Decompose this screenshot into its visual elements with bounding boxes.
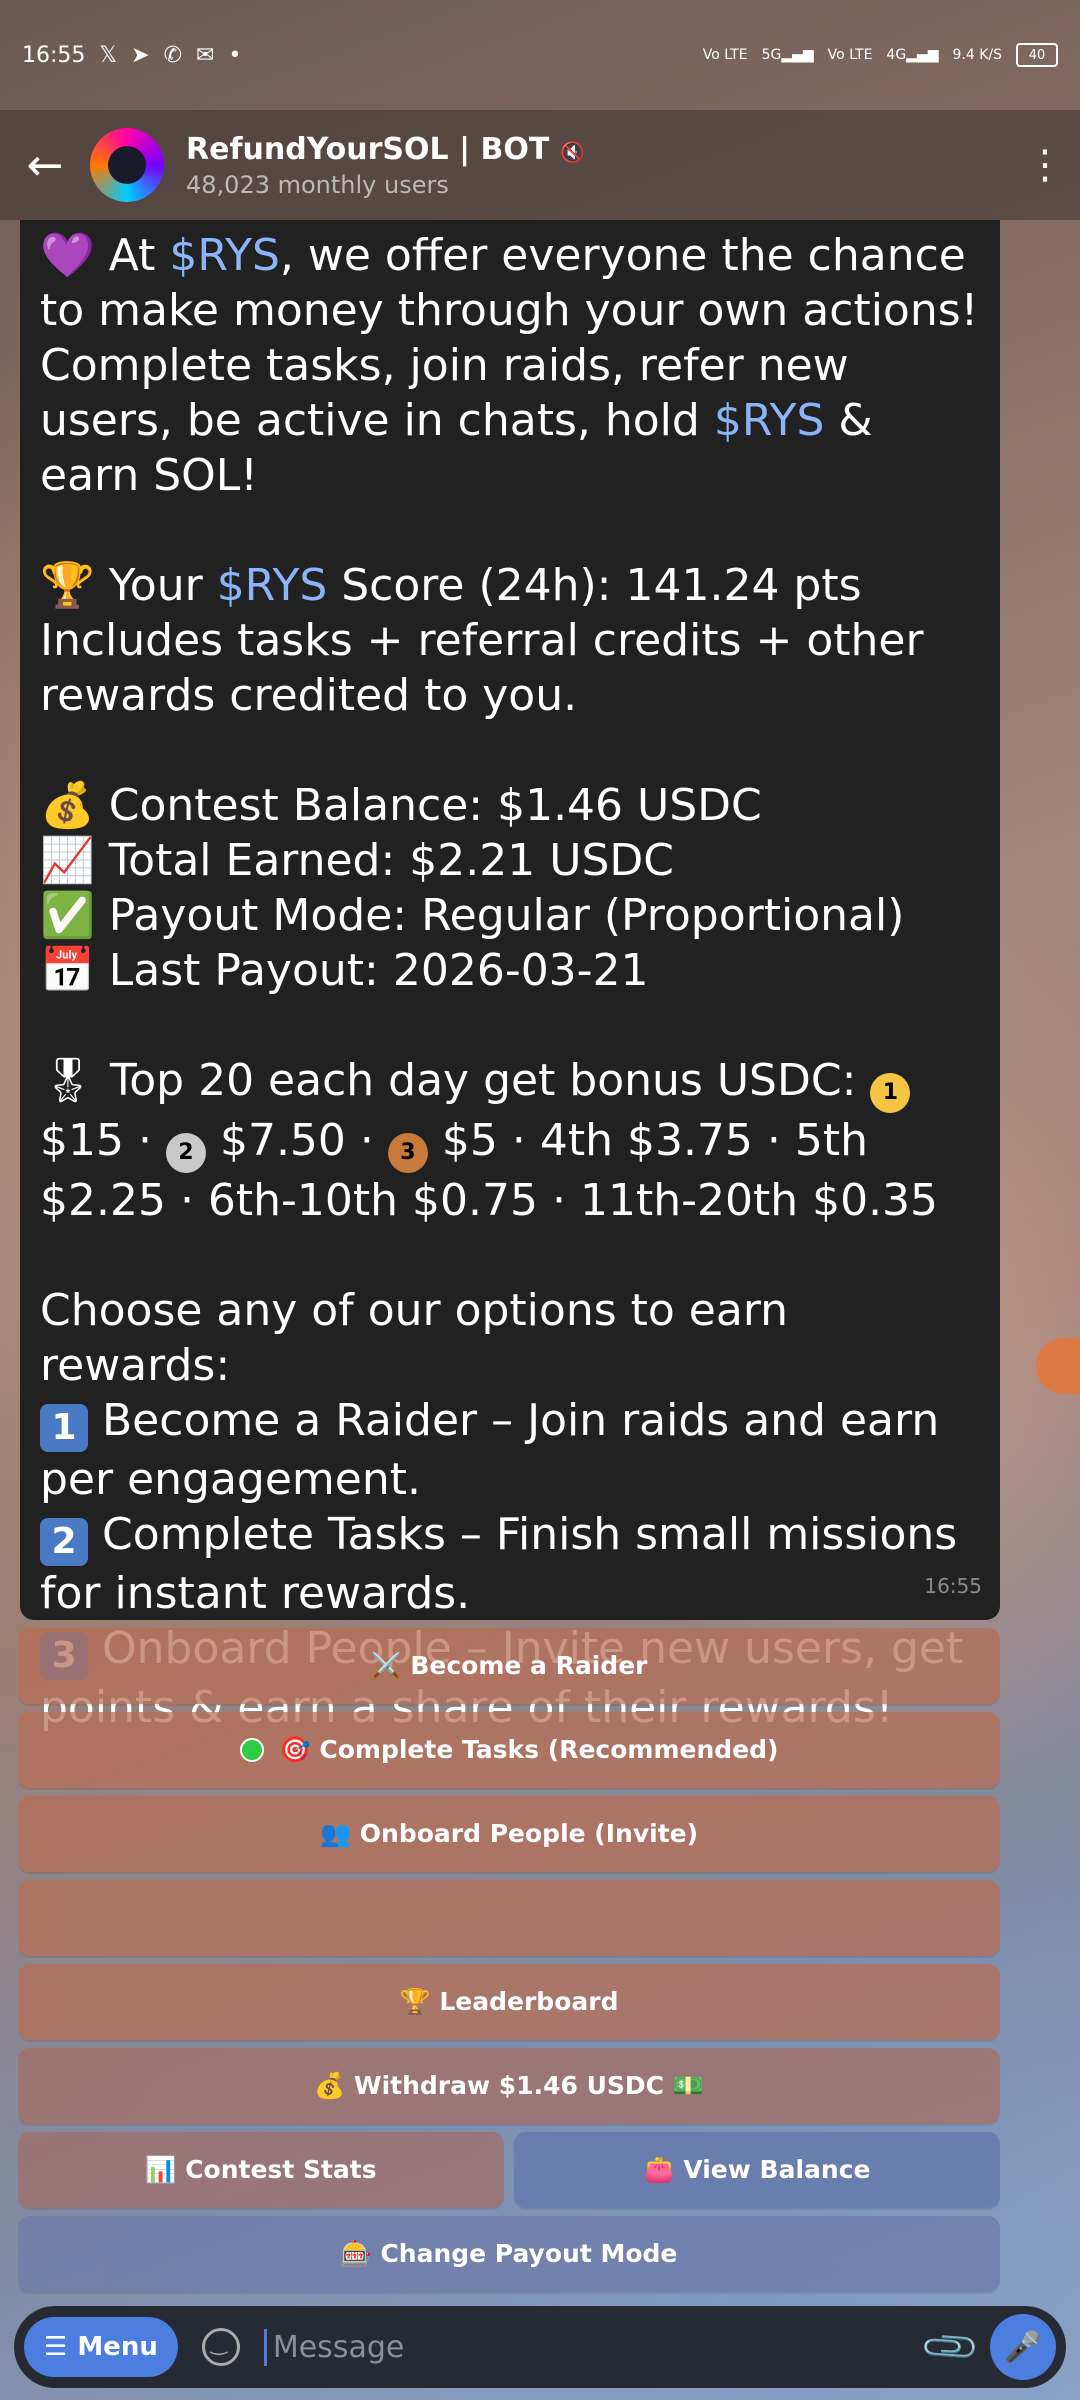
payout-mode: ✅ Payout Mode: Regular (Proportional)	[40, 890, 905, 941]
telegram-icon: ➤	[131, 42, 150, 68]
signal-4g-icon: 4G▂▄▆	[886, 47, 939, 63]
last-payout: 📅 Last Payout: 2026-03-21	[40, 945, 649, 996]
bronze-medal-icon: 3	[387, 1133, 428, 1173]
message-bubble: 💜 At $RYS, we offer everyone the chance …	[20, 220, 1000, 1733]
change-payout-mode-button[interactable]: 🎰 Change Payout Mode	[18, 2216, 1000, 2292]
status-bar: 16:55 𝕏 ➤ ✆ ✉ • Vo LTE 5G▂▄▆ Vo LTE 4G▂▄…	[0, 0, 1080, 110]
volte-indicator: Vo LTE	[702, 47, 748, 63]
network-speed: 9.4 K/S	[952, 47, 1003, 63]
brand-link-2[interactable]: $RYS	[714, 395, 825, 446]
chat-header: ← RefundYourSOL | BOT 🔇 48,023 monthly u…	[0, 110, 1080, 220]
chat-title-area[interactable]: RefundYourSOL | BOT 🔇 48,023 monthly use…	[186, 132, 1010, 199]
notification-dot: •	[228, 42, 242, 68]
battery-icon: 40	[1016, 43, 1058, 67]
signal-5g-icon: 5G▂▄▆	[761, 47, 814, 63]
message-input-bar: ☰ Menu 📎 🎤	[14, 2306, 1066, 2388]
intro-text: 💜 At $RYS, we offer everyone the chance …	[40, 230, 979, 501]
option-1: 1 Become a Raider – Join raids and earn …	[40, 1395, 940, 1505]
choose-text: Choose any of our options to earn reward…	[40, 1285, 789, 1391]
attach-icon[interactable]: 📎	[918, 2314, 983, 2379]
option-2: 2 Complete Tasks – Finish small missions…	[40, 1509, 958, 1619]
microphone-icon[interactable]: 🎤	[990, 2314, 1056, 2380]
emoji-icon[interactable]	[201, 2328, 240, 2366]
become-raider-button[interactable]: ⚔️ Become a Raider	[18, 1628, 1000, 1704]
chat-title: RefundYourSOL | BOT	[186, 131, 550, 167]
x-icon: 𝕏	[99, 42, 118, 68]
gmail-icon: ✉	[196, 42, 215, 68]
view-balance-button[interactable]: 👛 View Balance	[514, 2132, 1000, 2208]
menu-button[interactable]: ☰ Menu	[24, 2317, 178, 2377]
keycap-1-icon: 1	[40, 1404, 88, 1452]
score-line: 🏆 Your $RYS Score (24h): 141.24 pts	[40, 560, 862, 611]
score-note: Includes tasks + referral credits + othe…	[40, 615, 924, 721]
more-options-icon[interactable]: ⋮	[1010, 142, 1080, 188]
silver-medal-icon: 2	[165, 1133, 206, 1173]
keycap-2-icon: 2	[40, 1518, 88, 1566]
withdraw-button[interactable]: 💰 Withdraw $1.46 USDC 💵	[18, 2048, 1000, 2124]
whatsapp-icon: ✆	[163, 42, 183, 68]
total-earned: 📈 Total Earned: $2.21 USDC	[40, 835, 674, 886]
clock: 16:55	[22, 42, 86, 68]
contest-balance: 💰 Contest Balance: $1.46 USDC	[40, 780, 762, 831]
contest-stats-button[interactable]: 📊 Contest Stats	[18, 2132, 504, 2208]
brand-link-3[interactable]: $RYS	[217, 560, 328, 611]
volte-indicator-2: Vo LTE	[827, 47, 873, 63]
blank-button[interactable]	[18, 1880, 1000, 1956]
message-input[interactable]	[263, 2328, 927, 2366]
gold-medal-icon: 1	[870, 1073, 911, 1113]
brand-link[interactable]: $RYS	[169, 230, 280, 281]
avatar[interactable]	[90, 128, 164, 202]
chat-subtitle: 48,023 monthly users	[186, 170, 449, 199]
menu-label: Menu	[77, 2332, 158, 2362]
top20-line: 🎖 Top 20 each day get bonus USDC: 1 $15 …	[40, 1055, 939, 1226]
leaderboard-button[interactable]: 🏆 Leaderboard	[18, 1964, 1000, 2040]
back-arrow-icon[interactable]: ←	[0, 140, 90, 191]
inline-keyboard: ⚔️ Become a Raider 🎯 Complete Tasks (Rec…	[18, 1628, 1000, 2300]
onboard-people-button[interactable]: 👥 Onboard People (Invite)	[18, 1796, 1000, 1872]
complete-tasks-button[interactable]: 🎯 Complete Tasks (Recommended)	[18, 1712, 1000, 1788]
message-time: 16:55	[924, 1574, 982, 1598]
muted-icon: 🔇	[560, 139, 586, 164]
hamburger-icon: ☰	[44, 2332, 68, 2362]
green-dot-icon	[239, 1738, 264, 1762]
